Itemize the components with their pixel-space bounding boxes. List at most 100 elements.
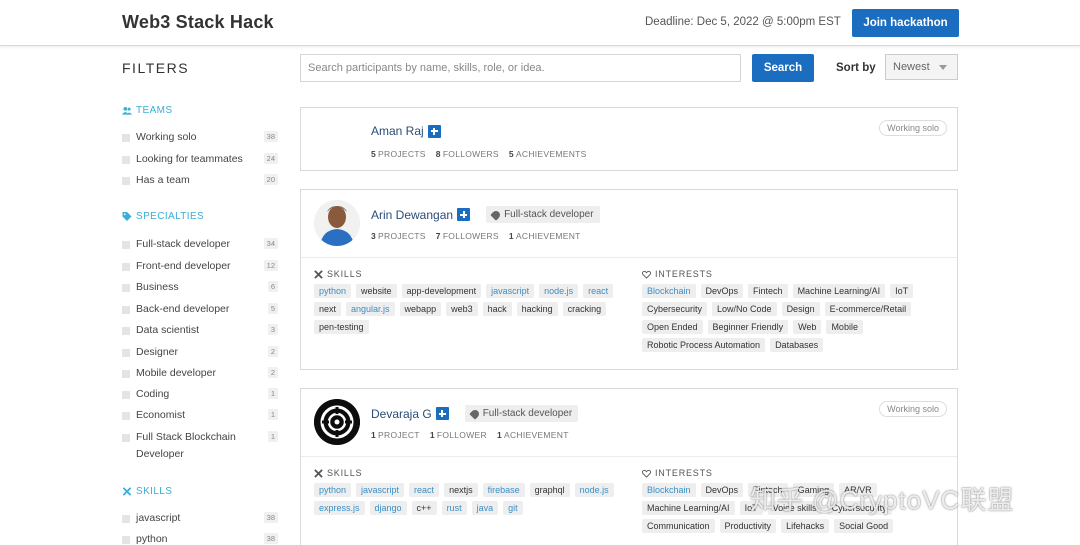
interest-chip[interactable]: Productivity xyxy=(719,519,777,533)
interest-chip[interactable]: Communication xyxy=(642,519,715,533)
skill-chip[interactable]: c++ xyxy=(411,501,437,515)
skill-chip[interactable]: website xyxy=(356,284,397,298)
filter-coding[interactable]: Coding 1 xyxy=(122,388,280,403)
checkbox[interactable] xyxy=(122,536,130,544)
projects-stat[interactable]: 3 PROJECTS xyxy=(371,231,426,241)
skill-chip[interactable]: next xyxy=(314,302,342,316)
interest-chip[interactable]: Lifehacks xyxy=(781,519,830,533)
search-input[interactable]: Search participants by name, skills, rol… xyxy=(300,54,741,82)
filter-looking-for-teammates[interactable]: Looking for teammates 24 xyxy=(122,153,280,168)
checkbox[interactable] xyxy=(122,327,130,335)
filter-front-end-developer[interactable]: Front-end developer 12 xyxy=(122,260,280,275)
skill-chip[interactable]: pen-testing xyxy=(314,320,369,334)
checkbox[interactable] xyxy=(122,434,130,442)
followers-stat[interactable]: 8 FOLLOWERS xyxy=(436,149,499,159)
follow-plus-icon[interactable] xyxy=(435,407,449,420)
projects-stat[interactable]: 1 PROJECT xyxy=(371,430,420,440)
skill-chip[interactable]: web3 xyxy=(446,302,478,316)
achievements-stat[interactable]: 1 ACHIEVEMENT xyxy=(497,430,569,440)
filter-business[interactable]: Business 6 xyxy=(122,281,280,296)
filter-economist[interactable]: Economist 1 xyxy=(122,409,280,424)
interest-chip[interactable]: DevOps xyxy=(700,284,744,298)
skill-chip[interactable]: django xyxy=(369,501,407,515)
interest-chip[interactable]: Machine Learning/AI xyxy=(792,284,886,298)
followers-stat[interactable]: 7 FOLLOWERS xyxy=(436,231,499,241)
filter-designer[interactable]: Designer 2 xyxy=(122,346,280,361)
participant-name[interactable]: Devaraja G Full-stack developer xyxy=(371,405,579,422)
participant-name-text[interactable]: Aman Raj xyxy=(371,124,424,138)
interest-chip[interactable]: Mobile xyxy=(826,320,863,334)
interest-chip[interactable]: Machine Learning/AI xyxy=(642,501,735,515)
skill-chip[interactable]: hack xyxy=(482,302,512,316)
interest-chip[interactable]: Cybersecurity xyxy=(826,501,892,515)
checkbox[interactable] xyxy=(122,515,130,523)
skill-chip[interactable]: webapp xyxy=(399,302,442,316)
checkbox[interactable] xyxy=(122,306,130,314)
achievements-stat[interactable]: 1 ACHIEVEMENT xyxy=(509,231,581,241)
checkbox[interactable] xyxy=(122,241,130,249)
participant-name[interactable]: Arin Dewangan Full-stack developer xyxy=(371,206,600,223)
skill-chip[interactable]: javascript xyxy=(486,284,535,298)
skill-chip[interactable]: java xyxy=(471,501,499,515)
follow-plus-icon[interactable] xyxy=(427,124,441,138)
checkbox[interactable] xyxy=(122,134,130,142)
skill-chip[interactable]: cracking xyxy=(562,302,607,316)
interest-chip[interactable]: E-commerce/Retail xyxy=(824,302,912,316)
checkbox[interactable] xyxy=(122,263,130,271)
filter-back-end-developer[interactable]: Back-end developer 5 xyxy=(122,303,280,318)
skill-chip[interactable]: app-development xyxy=(401,284,482,298)
skill-chip[interactable]: python xyxy=(314,284,352,298)
skill-chip[interactable]: react xyxy=(409,483,440,497)
follow-plus-icon[interactable] xyxy=(457,208,471,221)
skill-chip[interactable]: firebase xyxy=(482,483,525,497)
interest-chip[interactable]: Beginner Friendly xyxy=(707,320,789,334)
interest-chip[interactable]: Databases xyxy=(770,338,824,352)
search-button[interactable]: Search xyxy=(752,54,814,82)
avatar[interactable] xyxy=(314,200,360,246)
skill-chip[interactable]: graphql xyxy=(529,483,570,497)
participant-name[interactable]: Aman Raj xyxy=(371,124,441,138)
interest-chip[interactable]: Fintech xyxy=(748,483,788,497)
filter-mobile-developer[interactable]: Mobile developer 2 xyxy=(122,367,280,382)
join-hackathon-button[interactable]: Join hackathon xyxy=(852,9,959,37)
interest-chip[interactable]: Gaming xyxy=(792,483,835,497)
skill-chip[interactable]: node.js xyxy=(539,284,579,298)
checkbox[interactable] xyxy=(122,412,130,420)
checkbox[interactable] xyxy=(122,370,130,378)
sort-select[interactable]: Newest xyxy=(885,54,958,80)
projects-stat[interactable]: 5 PROJECTS xyxy=(371,149,426,159)
interest-chip[interactable]: Voice skills xyxy=(767,501,822,515)
interest-chip[interactable]: Design xyxy=(781,302,820,316)
filter-has-a-team[interactable]: Has a team 20 xyxy=(122,174,280,189)
skill-chip[interactable]: rust xyxy=(441,501,467,515)
skill-chip[interactable]: node.js xyxy=(574,483,614,497)
interest-chip[interactable]: Low/No Code xyxy=(712,302,777,316)
interest-chip[interactable]: Open Ended xyxy=(642,320,703,334)
interest-chip[interactable]: Blockchain xyxy=(642,284,696,298)
skill-chip[interactable]: angular.js xyxy=(346,302,395,316)
skill-chip[interactable]: express.js xyxy=(314,501,365,515)
checkbox[interactable] xyxy=(122,156,130,164)
hackathon-title[interactable]: Web3 Stack Hack xyxy=(122,12,274,33)
checkbox[interactable] xyxy=(122,391,130,399)
filter-working-solo[interactable]: Working solo 38 xyxy=(122,131,280,146)
filter-python[interactable]: python 38 xyxy=(122,533,280,545)
interest-chip[interactable]: IoT xyxy=(739,501,763,515)
skill-chip[interactable]: javascript xyxy=(356,483,405,497)
interest-chip[interactable]: Social Good xyxy=(834,519,894,533)
skill-chip[interactable]: python xyxy=(314,483,352,497)
checkbox[interactable] xyxy=(122,284,130,292)
avatar[interactable] xyxy=(314,399,360,445)
participant-name-text[interactable]: Arin Dewangan xyxy=(371,208,453,222)
followers-stat[interactable]: 1 FOLLOWER xyxy=(430,430,487,440)
skill-chip[interactable]: nextjs xyxy=(444,483,478,497)
participant-name-text[interactable]: Devaraja G xyxy=(371,407,432,421)
interest-chip[interactable]: IoT xyxy=(890,284,914,298)
interest-chip[interactable]: DevOps xyxy=(700,483,744,497)
interest-chip[interactable]: Blockchain xyxy=(642,483,696,497)
checkbox[interactable] xyxy=(122,177,130,185)
filter-javascript[interactable]: javascript 38 xyxy=(122,512,280,527)
achievements-stat[interactable]: 5 ACHIEVEMENTS xyxy=(509,149,587,159)
skill-chip[interactable]: git xyxy=(503,501,523,515)
filter-full-stack-blockchain-developer[interactable]: Full Stack Blockchain Developer 1 xyxy=(122,431,278,463)
